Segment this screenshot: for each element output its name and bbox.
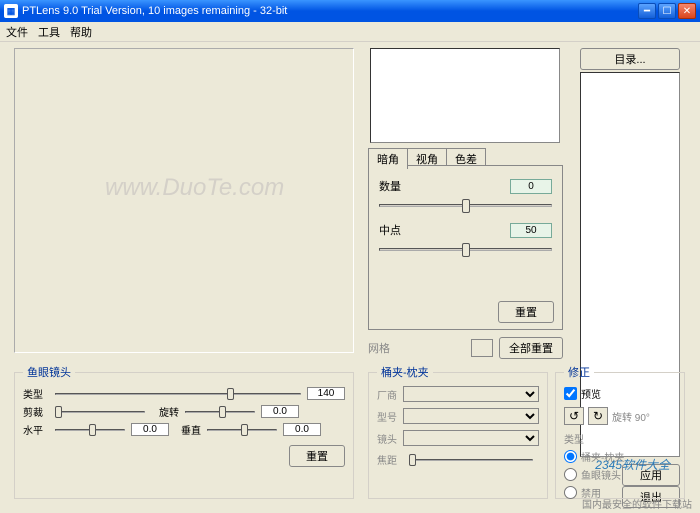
radio-fisheye[interactable] [564, 468, 577, 481]
rotate90-label: 旋转 90° [612, 409, 650, 424]
radio-barrel[interactable] [564, 450, 577, 463]
correct-legend: 修正 [564, 364, 594, 380]
maker-select[interactable] [403, 386, 539, 402]
menu-tools[interactable]: 工具 [38, 24, 60, 40]
tab-vignette[interactable]: 暗角 [368, 148, 408, 169]
close-button[interactable]: ✕ [678, 3, 696, 19]
barrel-legend: 桶夹-枕夹 [377, 364, 433, 380]
fe-vert-value[interactable]: 0.0 [283, 423, 321, 436]
fisheye-reset-button[interactable]: 重置 [289, 445, 345, 467]
preview-label: 预览 [581, 386, 601, 401]
fe-type-label: 类型 [23, 386, 49, 401]
amount-label: 数量 [379, 178, 409, 194]
app-icon: ▦ [4, 4, 18, 18]
fe-rot-slider[interactable] [185, 406, 255, 418]
model-select[interactable] [403, 408, 539, 424]
watermark: www.DuoTe.com [105, 174, 284, 202]
menu-file[interactable]: 文件 [6, 24, 28, 40]
vignette-reset-button[interactable]: 重置 [498, 301, 554, 323]
grid-label: 网格 [368, 340, 390, 356]
maker-label: 厂商 [377, 387, 403, 402]
fe-type-value[interactable]: 140 [307, 387, 345, 400]
rotate-ccw-button[interactable]: ↺ [564, 407, 584, 425]
radio-disable[interactable] [564, 486, 577, 499]
amount-value[interactable]: 0 [510, 179, 552, 194]
fe-horiz-label: 水平 [23, 422, 49, 437]
lens-select[interactable] [403, 430, 539, 446]
grid-row: 网格 全部重置 [368, 337, 563, 359]
amount-slider[interactable] [379, 198, 552, 212]
fe-crop-slider[interactable] [55, 406, 145, 418]
fe-vert-slider[interactable] [207, 424, 277, 436]
reset-all-button[interactable]: 全部重置 [499, 337, 563, 359]
correct-type-label: 类型 [564, 431, 676, 446]
midpoint-value[interactable]: 50 [510, 223, 552, 238]
fe-horiz-slider[interactable] [55, 424, 125, 436]
fe-vert-label: 垂直 [181, 422, 201, 437]
lens-label: 镜头 [377, 431, 403, 446]
rotate-cw-button[interactable]: ↻ [588, 407, 608, 425]
fe-horiz-value[interactable]: 0.0 [131, 423, 169, 436]
fe-rot-value[interactable]: 0.0 [261, 405, 299, 418]
titlebar: ▦ PTLens 9.0 Trial Version, 10 images re… [0, 0, 700, 22]
footer-text: 国内最安全的软件下载站 [582, 496, 692, 511]
preview-checkbox[interactable] [564, 387, 577, 400]
menubar: 文件 工具 帮助 [0, 22, 700, 42]
barrel-group: 桶夹-枕夹 厂商 型号 镜头 焦距 [368, 364, 548, 499]
menu-help[interactable]: 帮助 [70, 24, 92, 40]
model-label: 型号 [377, 409, 403, 424]
minimize-button[interactable]: ━ [638, 3, 656, 19]
focal-slider[interactable] [409, 454, 533, 466]
preview-large: www.DuoTe.com [14, 48, 354, 353]
fe-crop-label: 剪裁 [23, 404, 49, 419]
focal-label: 焦距 [377, 452, 403, 467]
window-title: PTLens 9.0 Trial Version, 10 images rema… [22, 5, 638, 17]
directory-button[interactable]: 目录... [580, 48, 680, 70]
fisheye-legend: 鱼眼镜头 [23, 364, 75, 380]
correct-group: 修正 预览 ↺ ↻ 旋转 90° 类型 桶夹-枕夹 鱼眼镜头 禁用 [555, 364, 685, 499]
maximize-button[interactable]: ☐ [658, 3, 676, 19]
vignette-panel: 数量 0 中点 50 重置 [368, 165, 563, 330]
fe-rot-label: 旋转 [159, 404, 179, 419]
fe-type-slider[interactable] [55, 388, 301, 400]
fisheye-group: 鱼眼镜头 类型 140 剪裁 旋转 0.0 水平 0.0 垂直 0.0 重置 [14, 364, 354, 499]
grid-color-box[interactable] [471, 339, 493, 357]
preview-small [370, 48, 560, 143]
midpoint-label: 中点 [379, 222, 409, 238]
midpoint-slider[interactable] [379, 242, 552, 256]
brand-logo: 2345软件大全 [595, 456, 670, 473]
